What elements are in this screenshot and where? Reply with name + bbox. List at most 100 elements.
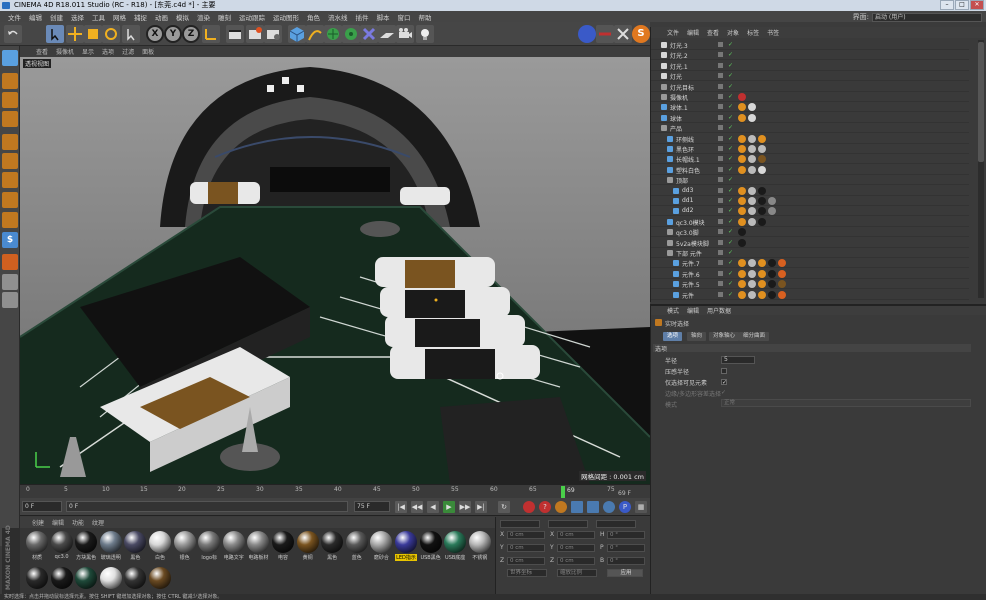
object-tag-icon[interactable]: [768, 280, 776, 289]
object-tag-icon[interactable]: [758, 269, 766, 278]
object-row[interactable]: 元件.7 ✓: [651, 258, 969, 269]
visibility-toggle[interactable]: [718, 73, 723, 79]
enabled-check-icon[interactable]: ✓: [728, 187, 733, 194]
radius-input[interactable]: 5: [721, 356, 755, 364]
tweak-mode-icon[interactable]: [2, 212, 18, 228]
visibility-toggle[interactable]: [718, 187, 723, 193]
enabled-check-icon[interactable]: ✓: [728, 145, 733, 152]
enabled-check-icon[interactable]: ✓: [728, 155, 733, 162]
points-mode-icon[interactable]: [2, 134, 18, 150]
visibility-toggle[interactable]: [718, 281, 723, 287]
object-row[interactable]: dd3 ✓: [651, 186, 969, 196]
object-row[interactable]: 塑料白色 ✓: [651, 165, 969, 175]
object-row[interactable]: 长帽线.1 ✓: [651, 154, 969, 165]
material-swatch[interactable]: 蓝色: [345, 531, 368, 561]
object-menu-tags[interactable]: 标签: [743, 28, 763, 37]
go-to-start-button[interactable]: |◀: [395, 501, 407, 513]
material-swatch[interactable]: 材质: [26, 531, 48, 561]
cube-icon[interactable]: [288, 25, 306, 43]
coord-rot-h-field[interactable]: 0 °: [607, 531, 645, 539]
object-tag-icon[interactable]: [748, 103, 756, 112]
menu-plugins[interactable]: 插件: [352, 12, 373, 22]
enabled-check-icon[interactable]: ✓: [728, 197, 733, 204]
apply-button[interactable]: 应用: [607, 569, 643, 577]
tab-axis[interactable]: 轴向: [687, 332, 707, 341]
start-frame-field[interactable]: 0 F: [22, 501, 62, 512]
script-icon[interactable]: S: [632, 25, 650, 43]
undo-icon[interactable]: [4, 25, 22, 43]
enabled-check-icon[interactable]: ✓: [728, 249, 733, 256]
material-swatch[interactable]: 不锈钢: [468, 531, 491, 561]
object-tag-icon[interactable]: [738, 280, 746, 289]
enabled-check-icon[interactable]: ✓: [728, 62, 733, 69]
subdivision-surface-icon[interactable]: [324, 25, 342, 43]
material-menu-create[interactable]: 创建: [28, 518, 48, 527]
object-tag-icon[interactable]: [778, 259, 786, 268]
pressure-radius-checkbox[interactable]: [721, 368, 727, 374]
object-tag-icon[interactable]: [738, 238, 746, 247]
menu-simulate[interactable]: 模拟: [172, 12, 193, 22]
object-tag-icon[interactable]: [758, 186, 766, 195]
object-row[interactable]: dd1 ✓: [651, 196, 969, 206]
parameter-key-icon[interactable]: P: [619, 501, 631, 513]
render-view-icon[interactable]: [226, 25, 244, 43]
object-row[interactable]: 黑色环 ✓: [651, 144, 969, 154]
object-tag-icon[interactable]: [738, 155, 746, 164]
menu-help[interactable]: 帮助: [415, 12, 436, 22]
timeline-playhead[interactable]: [561, 486, 565, 498]
material-swatch[interactable]: 黑色: [321, 531, 344, 561]
rotate-icon[interactable]: [102, 25, 120, 43]
viewport-menu-view[interactable]: 查看: [32, 47, 52, 56]
object-tag-icon[interactable]: [748, 269, 756, 278]
prev-key-button[interactable]: ◀◀: [411, 501, 423, 513]
maximize-button[interactable]: □: [955, 0, 969, 10]
light-icon[interactable]: [416, 25, 434, 43]
visibility-toggle[interactable]: [718, 62, 723, 68]
autokey-icon[interactable]: ?: [539, 501, 551, 513]
enabled-check-icon[interactable]: ✓: [728, 218, 733, 225]
object-row[interactable]: 元件 ✓: [651, 290, 969, 300]
menu-mograph[interactable]: 运动图形: [269, 12, 303, 22]
floor-grid-icon[interactable]: [2, 292, 18, 308]
attr-menu-mode[interactable]: 模式: [663, 306, 683, 315]
tolerance-checkbox[interactable]: ✓: [721, 390, 727, 396]
coord-pos-z-field[interactable]: 0 cm: [507, 557, 545, 565]
play-button[interactable]: ▶: [443, 501, 455, 513]
coord-scale-mode-select[interactable]: 缩放比例: [557, 569, 597, 577]
object-tag-icon[interactable]: [768, 259, 776, 268]
material-swatch[interactable]: [149, 567, 171, 597]
minimize-button[interactable]: –: [940, 0, 954, 10]
visibility-toggle[interactable]: [718, 52, 723, 58]
menu-tools[interactable]: 工具: [88, 12, 109, 22]
viewport-menu-display[interactable]: 显示: [78, 47, 98, 56]
material-swatch[interactable]: USB黑色: [419, 531, 442, 561]
viewport-menu-cameras[interactable]: 摄像机: [52, 47, 78, 56]
visibility-toggle[interactable]: [718, 135, 723, 141]
render-settings-icon[interactable]: [264, 25, 282, 43]
enabled-check-icon[interactable]: ✓: [728, 207, 733, 214]
visibility-toggle[interactable]: [718, 166, 723, 172]
menu-pipeline[interactable]: 流水线: [324, 12, 352, 22]
next-frame-button[interactable]: ▶▶: [459, 501, 471, 513]
object-tag-icon[interactable]: [768, 290, 776, 299]
menu-create[interactable]: 创建: [46, 12, 67, 22]
object-menu-bookmarks[interactable]: 书签: [763, 28, 783, 37]
tab-object-axis[interactable]: 对象轴心: [709, 332, 740, 341]
object-tag-icon[interactable]: [738, 113, 746, 122]
material-menu-texture[interactable]: 纹理: [88, 518, 108, 527]
model-mode-icon[interactable]: [2, 73, 18, 89]
attr-menu-edit[interactable]: 编辑: [683, 306, 703, 315]
menu-character[interactable]: 角色: [303, 12, 324, 22]
visibility-toggle[interactable]: [718, 198, 723, 203]
object-menu-edit[interactable]: 编辑: [683, 28, 703, 37]
object-tag-icon[interactable]: [748, 134, 756, 143]
object-row[interactable]: 顶部 ✓: [651, 175, 969, 186]
planar-workplane-icon[interactable]: [2, 274, 18, 290]
render-to-picture-viewer-icon[interactable]: [246, 25, 264, 43]
object-tag-icon[interactable]: [758, 259, 766, 268]
visibility-toggle[interactable]: [718, 94, 723, 99]
visibility-toggle[interactable]: [718, 156, 723, 162]
visibility-toggle[interactable]: [718, 239, 723, 245]
coord-pos-x-field[interactable]: 0 cm: [507, 531, 545, 539]
lock-workplane-icon[interactable]: [2, 254, 18, 270]
